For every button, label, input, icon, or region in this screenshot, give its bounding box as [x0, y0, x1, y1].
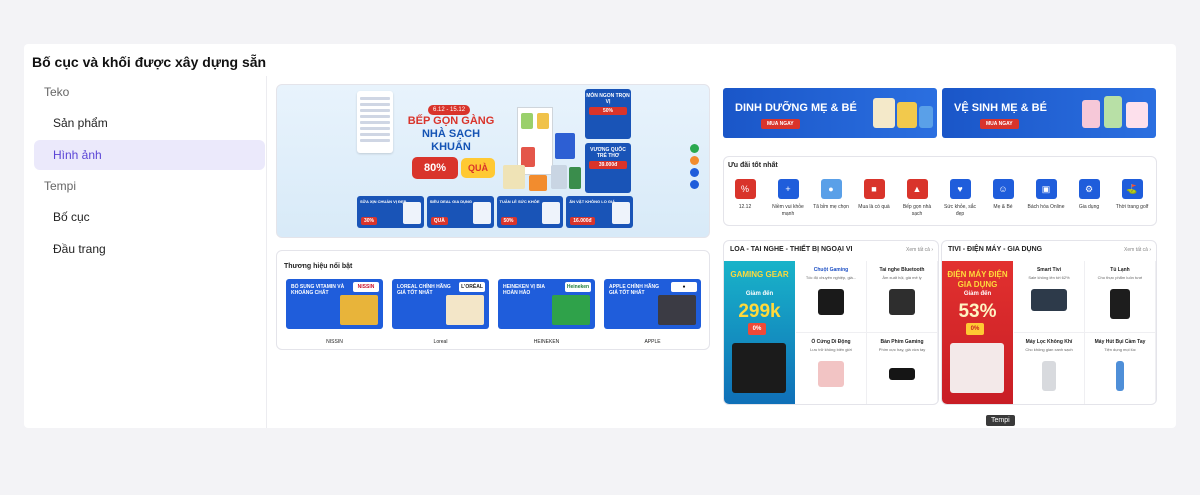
sidebar-group-tempi: Tempi	[44, 179, 77, 193]
tooltip: Tempi	[986, 415, 1015, 426]
sidebar-item-bo-cuc[interactable]: Bố cục	[34, 202, 265, 232]
facebook-icon	[690, 168, 699, 177]
category-product-grid: Chuột Gaming Tốc độ chuyên nghiệp, giá...…	[796, 261, 938, 404]
category-promo-banner[interactable]: GAMING GEAR Giảm đến 299k 0%	[724, 261, 795, 404]
brand-name: APPLE	[644, 339, 661, 345]
product-cell[interactable]: Bàn Phím Gaming Phím cực hay, giá vừa tay	[867, 333, 938, 404]
hero-headline: BẾP GỌN GÀNG NHÀ SẠCH KHUẨN	[407, 115, 495, 153]
banner-ve-sinh[interactable]: VỆ SINH MẸ & BÉ MUA NGAY	[942, 88, 1156, 138]
brand-card-nissin[interactable]: BỔ SUNG VITAMIN VÀ KHOÁNG CHẤT NISSIN NIS…	[286, 279, 383, 345]
deal-item[interactable]: ● Tã bỉm mẹ chọn	[812, 179, 850, 211]
deal-item[interactable]: % 12.12	[726, 179, 764, 211]
brand-name: HEINEKEN	[533, 339, 560, 345]
sidebar-item-hinh-anh[interactable]: Hình ảnh	[34, 140, 265, 170]
gift-icon: ■	[863, 179, 885, 199]
view-all-link[interactable]: Xem tất cả ›	[1124, 247, 1151, 253]
brands-title: Thương hiệu nổi bật	[284, 263, 353, 270]
brand-card-apple[interactable]: APPLE CHÍNH HÃNG GIÁ TỐT NHẤT ● APPLE	[604, 279, 701, 345]
sidebar-item-dau-trang[interactable]: Đầu trang	[34, 234, 265, 264]
hero-discount: 80%	[412, 157, 458, 179]
hero-category-menu	[357, 91, 393, 153]
baby-icon: ☺	[992, 179, 1014, 199]
deal-item[interactable]: + Niềm vui khỏe mạnh	[769, 179, 807, 218]
user-icon	[690, 180, 699, 189]
hero-side-promo-1[interactable]: MÓN NGON TRỌN VỊ 50%	[585, 89, 631, 139]
hero-strip-tile[interactable]: SỮA XỊN CHUẨN VỊ ĐẸP 30%	[357, 196, 424, 228]
page-title: Bố cục và khối được xây dựng sẵn	[32, 54, 267, 70]
category-block-tv: TIVI - ĐIỆN MÁY - GIA DỤNG Xem tất cả › …	[941, 240, 1157, 405]
deal-item[interactable]: ■ Mua là có quà	[855, 179, 893, 211]
hero-strip-tile[interactable]: SIÊU DEAL GIA DỤNG QUÀ	[426, 196, 494, 228]
phone-icon	[690, 144, 699, 153]
kitchen-icon: ▲	[906, 179, 928, 199]
apple-logo-icon: ●	[671, 282, 697, 292]
category-promo-banner[interactable]: ĐIỆN MÁY ĐIỆN GIA DỤNG Giảm đến 53% 0%	[942, 261, 1013, 404]
deal-item[interactable]: ▣ Bách hóa Online	[1027, 179, 1065, 211]
brand-name: Loreal	[433, 339, 448, 345]
sale-icon: %	[734, 179, 756, 199]
product-cell[interactable]: Chuột Gaming Tốc độ chuyên nghiệp, giá...	[796, 261, 867, 333]
grocery-icon: ▣	[1035, 179, 1057, 199]
builder-card: Bố cục và khối được xây dựng sẵn Teko Sả…	[24, 44, 1176, 428]
category-block-audio: LOA - TAI NGHE - THIẾT BỊ NGOẠI VI Xem t…	[723, 240, 939, 405]
health-icon: +	[777, 179, 799, 199]
product-cell[interactable]: Máy Lọc Không Khí Cho không gian xanh sạc…	[1014, 333, 1085, 404]
category-title: TIVI - ĐIỆN MÁY - GIA DỤNG	[948, 246, 1043, 253]
hero-strip-tile[interactable]: TUẦN LỄ SỨC KHỎE 50%	[496, 196, 564, 228]
diaper-icon: ●	[820, 179, 842, 199]
hero-shelf-image	[503, 103, 583, 191]
brand-card-heineken[interactable]: HEINEKEN VỊ BIA HOÀN HẢO Heineken HEINEKE…	[498, 279, 595, 345]
hero-promo-strip: SỮA XỊN CHUẨN VỊ ĐẸP 30% SIÊU DEAL GIA DỤ…	[357, 196, 633, 228]
product-cell[interactable]: Máy Hút Bụi Cầm Tay Tiện dụng mọi lúc	[1085, 333, 1156, 404]
mail-icon	[690, 156, 699, 165]
category-product-grid: Smart Tivi Sale không lên tới 62% Tủ Lạnh…	[1014, 261, 1156, 404]
product-cell[interactable]: Ổ Cứng Di Động Lưu trữ không biên giới	[796, 333, 867, 404]
product-cell[interactable]: Tai nghe Bluetooth Âm xuất hội, giá mê ly	[867, 261, 938, 333]
deal-item[interactable]: ▲ Bếp gọn nhà sạch	[898, 179, 936, 218]
product-cell[interactable]: Tủ Lạnh Cho thực phẩm luôn tươi	[1085, 261, 1156, 333]
hero-strip-tile[interactable]: ĂN VẶT KHÔNG LO GIÁ 16.000đ	[566, 196, 633, 228]
hero-date-badge: 6.12 - 15.12	[428, 105, 471, 115]
brand-card-loreal[interactable]: LOREAL CHÍNH HÃNG GIÁ TỐT NHẤT L'ORÉAL Lo…	[392, 279, 489, 345]
hero-side-promo-2[interactable]: VƯƠNG QUỐC TRẺ THƠ 39.000đ	[585, 143, 631, 193]
deals-title: Ưu đãi tốt nhất	[728, 162, 778, 169]
beauty-icon: ♥	[949, 179, 971, 199]
deal-item[interactable]: ⚙ Gia dụng	[1070, 179, 1108, 211]
sidebar: Teko Sản phẩm Hình ảnh Tempi Bố cục Đầu …	[34, 76, 265, 266]
hero-contact-icons	[690, 144, 700, 192]
hero-gift: QUÀ	[461, 158, 495, 178]
sidebar-divider	[266, 76, 267, 428]
sidebar-group-teko: Teko	[44, 85, 70, 99]
product-cell[interactable]: Smart Tivi Sale không lên tới 62%	[1014, 261, 1085, 333]
appliance-icon: ⚙	[1078, 179, 1100, 199]
sidebar-item-san-pham[interactable]: Sản phẩm	[34, 108, 265, 138]
view-all-link[interactable]: Xem tất cả ›	[906, 247, 933, 253]
golf-icon: ⛳	[1121, 179, 1143, 199]
deal-item[interactable]: ♥ Sức khỏe, sắc đẹp	[941, 179, 979, 218]
banner-dinh-duong[interactable]: DINH DƯỠNG MẸ & BÉ MUA NGAY	[723, 88, 937, 138]
shop-now-button[interactable]: MUA NGAY	[980, 119, 1019, 129]
brands-block[interactable]: Thương hiệu nổi bật BỔ SUNG VITAMIN VÀ K…	[276, 250, 710, 350]
deal-item[interactable]: ⛳ Thời trang golf	[1113, 179, 1151, 211]
hero-banner-block[interactable]: 6.12 - 15.12 BẾP GỌN GÀNG NHÀ SẠCH KHUẨN…	[276, 84, 710, 238]
category-title: LOA - TAI NGHE - THIẾT BỊ NGOẠI VI	[730, 246, 853, 253]
deals-block: Ưu đãi tốt nhất % 12.12 + Niềm vui khỏe mạ…	[723, 156, 1157, 226]
brand-name: NISSIN	[326, 339, 343, 345]
shop-now-button[interactable]: MUA NGAY	[761, 119, 800, 129]
deal-item[interactable]: ☺ Mẹ & Bé	[984, 179, 1022, 211]
